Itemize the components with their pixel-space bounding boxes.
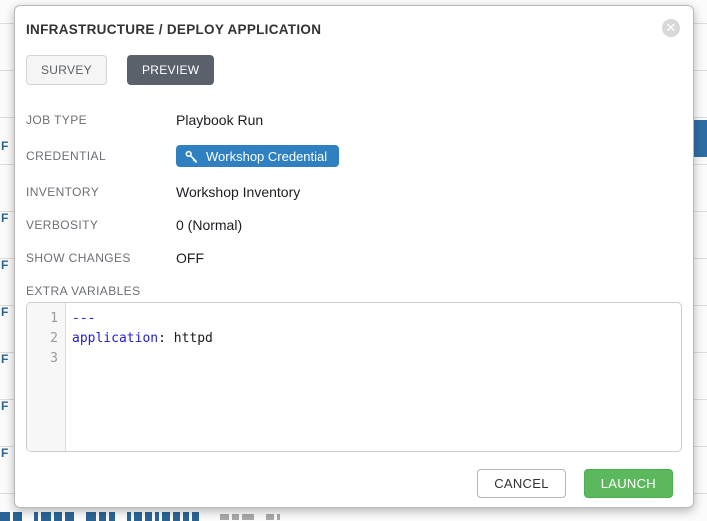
- code-token: : httpd: [158, 331, 213, 346]
- background-link-fragment: F: [1, 259, 14, 271]
- background-link-fragment: F: [1, 447, 14, 459]
- field-label: VERBOSITY: [26, 218, 176, 232]
- modal-title: INFRASTRUCTURE / DEPLOY APPLICATION: [26, 22, 321, 37]
- background-link-fragment: F: [1, 353, 14, 365]
- tab-survey[interactable]: SURVEY: [26, 55, 107, 85]
- field-label: SHOW CHANGES: [26, 251, 176, 265]
- code-line: ---: [72, 309, 681, 329]
- field-value: 0 (Normal): [176, 217, 242, 233]
- field-list: JOB TYPE Playbook Run CREDENTIAL Worksho…: [26, 112, 682, 266]
- key-icon: [185, 150, 198, 163]
- modal-footer: CANCEL LAUNCH: [26, 469, 682, 498]
- field-credential: CREDENTIAL Workshop Credential: [26, 145, 682, 167]
- extra-variables-editor[interactable]: 1 2 3 --- application: httpd: [26, 302, 682, 452]
- close-icon[interactable]: ✕: [662, 19, 680, 37]
- extra-variables-label: EXTRA VARIABLES: [26, 284, 682, 298]
- tab-bar: SURVEY PREVIEW: [26, 55, 682, 85]
- code-line: application: httpd: [72, 329, 681, 349]
- field-label: CREDENTIAL: [26, 149, 176, 163]
- field-label: INVENTORY: [26, 185, 176, 199]
- field-show-changes: SHOW CHANGES OFF: [26, 250, 682, 266]
- field-label: JOB TYPE: [26, 113, 176, 127]
- code-line: [72, 349, 681, 369]
- field-inventory: INVENTORY Workshop Inventory: [26, 184, 682, 200]
- field-job-type: JOB TYPE Playbook Run: [26, 112, 682, 128]
- background-link-fragment: F: [1, 306, 14, 318]
- background-clipped-text: [0, 512, 280, 521]
- code-token: application: [72, 331, 158, 346]
- editor-code-area[interactable]: --- application: httpd: [66, 303, 681, 451]
- editor-line-numbers: 1 2 3: [27, 303, 66, 451]
- credential-badge[interactable]: Workshop Credential: [176, 145, 339, 167]
- field-value: Playbook Run: [176, 112, 263, 128]
- modal-header: INFRASTRUCTURE / DEPLOY APPLICATION ✕: [26, 22, 682, 37]
- credential-badge-label: Workshop Credential: [206, 149, 327, 164]
- line-number: 3: [27, 349, 58, 369]
- background-link-fragment: F: [1, 140, 14, 152]
- launch-button[interactable]: LAUNCH: [584, 469, 673, 498]
- background-link-fragment: F: [1, 212, 14, 224]
- background-link-fragment: F: [1, 400, 14, 412]
- field-value: OFF: [176, 250, 204, 266]
- field-value: Workshop Inventory: [176, 184, 300, 200]
- cancel-button[interactable]: CANCEL: [477, 469, 566, 498]
- line-number: 2: [27, 329, 58, 349]
- deploy-application-modal: INFRASTRUCTURE / DEPLOY APPLICATION ✕ SU…: [14, 5, 694, 508]
- field-verbosity: VERBOSITY 0 (Normal): [26, 217, 682, 233]
- background-blue-element: [694, 120, 707, 157]
- screen: F F F F F F F INFRASTRUCTURE / DEPLOY AP…: [0, 0, 707, 521]
- tab-preview[interactable]: PREVIEW: [127, 55, 214, 85]
- line-number: 1: [27, 309, 58, 329]
- code-token: ---: [72, 311, 95, 326]
